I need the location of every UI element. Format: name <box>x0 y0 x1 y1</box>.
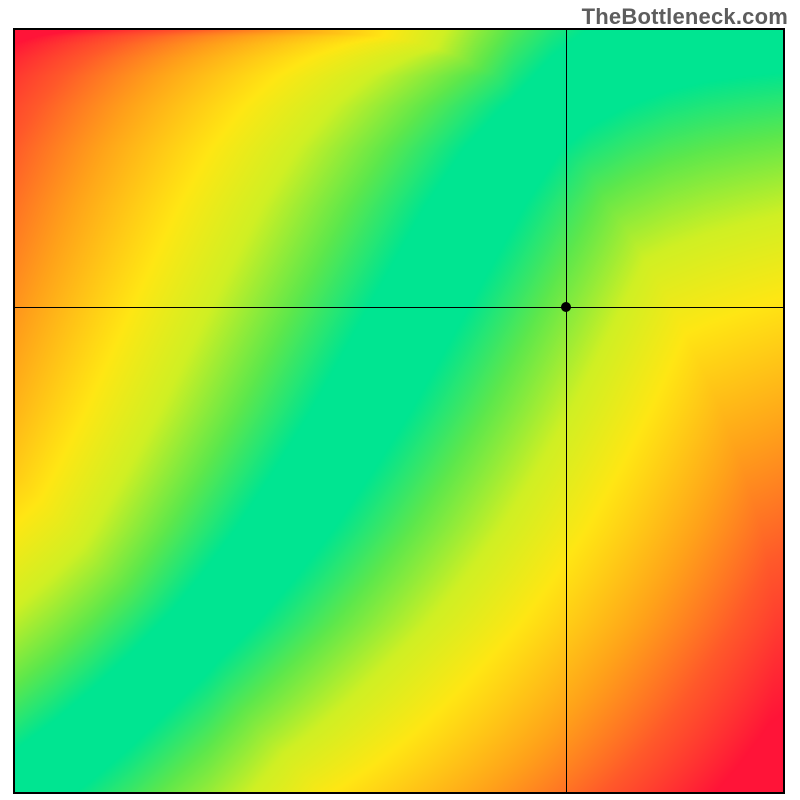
marker-dot <box>561 302 571 312</box>
watermark: TheBottleneck.com <box>582 4 788 30</box>
crosshair-vertical <box>566 30 567 792</box>
heatmap-frame <box>13 28 785 794</box>
chart-container: TheBottleneck.com <box>0 0 800 800</box>
heatmap-canvas <box>15 30 783 792</box>
crosshair-horizontal <box>15 307 783 308</box>
